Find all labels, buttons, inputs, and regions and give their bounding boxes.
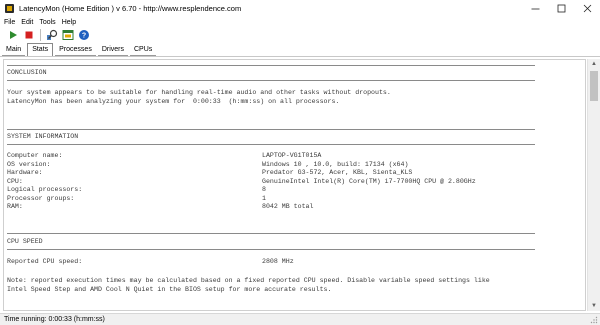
svg-text:?: ?: [81, 33, 85, 40]
help-button[interactable]: ?: [77, 29, 90, 42]
maximize-icon: [557, 4, 565, 13]
minimize-button[interactable]: [522, 0, 548, 17]
analyze-button[interactable]: [45, 29, 58, 42]
tab-drivers[interactable]: Drivers: [97, 44, 128, 56]
menu-bar: File Edit Tools Help: [0, 17, 600, 27]
info-value: 8042 MB total: [262, 203, 314, 210]
menu-help[interactable]: Help: [62, 19, 76, 26]
tab-stats[interactable]: Stats: [27, 43, 54, 56]
info-key: Processor groups:: [7, 194, 75, 202]
scrollbar-thumb[interactable]: [590, 71, 598, 101]
info-value: Windows 10 , 10.0, build: 17134 (x64): [262, 160, 409, 168]
start-button[interactable]: [6, 29, 19, 42]
scroll-down-arrow-icon[interactable]: ▼: [588, 301, 600, 311]
minimize-icon: [531, 8, 539, 10]
section-header-conclusion: CONCLUSION: [7, 69, 47, 76]
scroll-up-arrow-icon[interactable]: ▲: [588, 59, 600, 69]
divider: [7, 249, 535, 250]
info-key: Reported CPU speed:: [7, 258, 83, 265]
toolbar: ?: [0, 27, 600, 43]
tab-cpus[interactable]: CPUs: [130, 44, 157, 56]
divider: [7, 80, 535, 81]
tab-main[interactable]: Main: [2, 44, 26, 56]
cpu-note-line-2: Intel Speed Step and AMD Cool N Quiet in…: [7, 286, 332, 293]
menu-tools[interactable]: Tools: [39, 19, 55, 26]
info-key: RAM:: [7, 203, 23, 210]
status-bar: Time running: 0:00:33 (h:mm:ss): [0, 313, 600, 325]
status-time-running: Time running: 0:00:33 (h:mm:ss): [4, 316, 105, 323]
vertical-scrollbar[interactable]: ▲ ▼: [587, 59, 600, 311]
section-header-cpu-speed: CPU SPEED: [7, 238, 43, 245]
title-bar: LatencyMon (Home Edition ) v 6.70 - http…: [0, 0, 600, 17]
menu-edit[interactable]: Edit: [21, 19, 33, 26]
info-value: 8: [262, 186, 266, 193]
info-value: 1: [262, 194, 266, 202]
stop-icon: [25, 31, 32, 39]
analyze-icon: [46, 29, 57, 40]
tab-strip: Main Stats Processes Drivers CPUs: [0, 43, 600, 57]
resize-grip-icon[interactable]: [590, 316, 598, 324]
window-controls: [522, 0, 600, 17]
window-button[interactable]: [61, 29, 74, 42]
stop-button[interactable]: [22, 29, 35, 42]
info-value: GenuineIntel Intel(R) Core(TM) i7-7700HQ…: [262, 177, 476, 185]
conclusion-line-1: Your system appears to be suitable for h…: [7, 89, 391, 96]
window-icon: [62, 30, 73, 40]
maximize-button[interactable]: [548, 0, 574, 17]
cpu-note-line-1: Note: reported execution times may be ca…: [7, 277, 490, 284]
info-value: LAPTOP-VG1T015A: [262, 152, 322, 159]
info-key: Hardware:: [7, 169, 43, 176]
menu-file[interactable]: File: [4, 19, 15, 26]
play-icon: [9, 31, 17, 39]
info-key: Computer name:: [7, 152, 63, 159]
divider: [7, 129, 535, 130]
info-key: Logical processors:: [7, 186, 83, 193]
info-value: 2808 MHz: [262, 258, 294, 265]
divider: [7, 65, 535, 66]
report-view[interactable]: CONCLUSION Your system appears to be sui…: [3, 59, 586, 311]
help-icon: ?: [78, 30, 89, 40]
divider: [7, 233, 535, 234]
close-icon: [583, 4, 591, 13]
divider: [7, 144, 535, 145]
info-key: CPU:: [7, 177, 23, 185]
close-button[interactable]: [574, 0, 600, 17]
section-header-system-info: SYSTEM INFORMATION: [7, 133, 79, 140]
app-icon: [5, 4, 14, 13]
conclusion-line-2: LatencyMon has been analyzing your syste…: [7, 98, 340, 105]
window-title: LatencyMon (Home Edition ) v 6.70 - http…: [19, 4, 242, 13]
info-key: OS version:: [7, 160, 51, 168]
tab-processes[interactable]: Processes: [55, 44, 96, 56]
info-value: Predator G3-572, Acer, KBL, Sienta_KLS: [262, 169, 413, 176]
toolbar-separator: [40, 29, 41, 41]
